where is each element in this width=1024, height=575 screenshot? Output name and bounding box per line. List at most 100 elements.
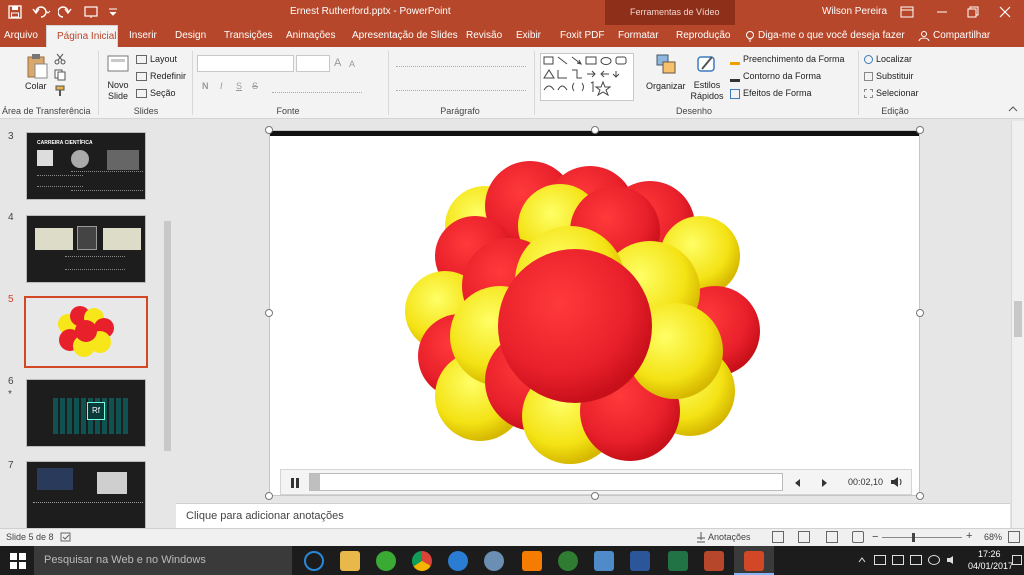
slideshow-from-start-icon[interactable]	[84, 5, 98, 19]
shrink-font-button[interactable]: A	[349, 59, 355, 69]
font-size-box[interactable]	[296, 55, 330, 72]
edge-icon[interactable]	[304, 551, 324, 571]
resize-handle[interactable]	[916, 492, 924, 500]
battery-icon[interactable]	[910, 555, 922, 565]
shape-outline-button[interactable]: Contorno da Forma	[730, 71, 821, 82]
tab-reproducao[interactable]: Reprodução	[676, 25, 730, 47]
redo-icon[interactable]	[57, 5, 72, 19]
bold-button[interactable]: N	[202, 81, 209, 91]
app-icon[interactable]	[558, 551, 578, 571]
slide-thumbnail-4[interactable]	[26, 215, 146, 283]
close-icon[interactable]	[998, 5, 1012, 19]
tab-inserir[interactable]: Inserir	[129, 25, 157, 47]
normal-view-icon[interactable]	[772, 531, 784, 543]
notes-toggle[interactable]: Anotações	[708, 532, 751, 542]
tab-exibir[interactable]: Exibir	[516, 25, 541, 47]
excel-icon[interactable]	[668, 551, 688, 571]
share-icon[interactable]	[918, 30, 930, 42]
clock-date[interactable]: 04/01/2017	[968, 561, 1013, 571]
paste-icon[interactable]	[26, 53, 48, 79]
arrange-button[interactable]: Organizar	[646, 81, 686, 91]
zoom-slider-thumb[interactable]	[912, 533, 915, 542]
rewind-icon[interactable]	[793, 478, 803, 488]
tab-design[interactable]: Design	[175, 25, 206, 47]
tab-transicoes[interactable]: Transições	[224, 25, 273, 47]
taskbar-search-box[interactable]: Pesquisar na Web e no Windows	[34, 546, 292, 575]
web-browser-icon[interactable]	[448, 551, 468, 571]
thumbnail-scrollbar[interactable]	[162, 121, 173, 528]
font-name-box[interactable]	[197, 55, 294, 72]
slide-thumbnail-5[interactable]	[24, 296, 148, 368]
app-icon[interactable]	[484, 551, 504, 571]
word-icon[interactable]	[630, 551, 650, 571]
customize-qat-icon[interactable]	[106, 5, 120, 19]
fit-slide-icon[interactable]	[1008, 531, 1020, 543]
format-painter-icon[interactable]	[54, 85, 66, 97]
tell-me-box[interactable]: Diga-me o que você deseja fazer	[758, 25, 905, 47]
section-button[interactable]: Seção	[136, 88, 176, 99]
zoom-in-button[interactable]: +	[966, 530, 972, 542]
notes-pane[interactable]: Clique para adicionar anotações	[176, 503, 1010, 528]
zoom-level[interactable]: 68%	[984, 532, 1002, 542]
select-button[interactable]: Selecionar	[864, 88, 919, 99]
tab-arquivo[interactable]: Arquivo	[4, 25, 44, 47]
media-player-icon[interactable]	[522, 551, 542, 571]
alignment-buttons[interactable]	[396, 81, 526, 91]
underline-button[interactable]: S	[236, 81, 242, 91]
cut-icon[interactable]	[54, 53, 66, 65]
strike-button[interactable]: S	[252, 81, 258, 91]
zoom-slider[interactable]	[882, 533, 962, 542]
resize-handle[interactable]	[916, 126, 924, 134]
slide-scroll-thumb[interactable]	[1014, 301, 1022, 337]
replace-button[interactable]: Substituir	[864, 71, 914, 82]
resize-handle[interactable]	[591, 492, 599, 500]
resize-handle[interactable]	[265, 126, 273, 134]
video-progress-track[interactable]	[309, 473, 783, 491]
zoom-out-button[interactable]: −	[872, 531, 878, 543]
shape-fill-button[interactable]: Preenchimento da Forma	[730, 54, 845, 65]
minimize-icon[interactable]	[935, 5, 949, 19]
ribbon-display-options-icon[interactable]	[900, 5, 914, 19]
restore-icon[interactable]	[966, 5, 980, 19]
collapse-ribbon-icon[interactable]	[1008, 105, 1018, 113]
system-tray-icon[interactable]	[892, 555, 904, 565]
network-icon[interactable]	[928, 555, 940, 565]
paste-button[interactable]: Colar	[25, 81, 47, 91]
new-slide-icon[interactable]	[107, 53, 129, 75]
slide-thumbnail-7[interactable]	[26, 461, 146, 529]
resize-handle[interactable]	[265, 492, 273, 500]
thumbnail-scroll-thumb[interactable]	[164, 221, 171, 451]
tab-animacoes[interactable]: Animações	[286, 25, 335, 47]
shapes-gallery[interactable]	[540, 53, 634, 101]
shape-effects-button[interactable]: Efeitos de Forma	[730, 88, 812, 99]
reading-view-icon[interactable]	[826, 531, 838, 543]
tab-apresentacao[interactable]: Apresentação de Slides	[352, 25, 458, 47]
notifications-icon[interactable]	[1012, 555, 1022, 565]
slide-thumbnail-6[interactable]: Rf	[26, 379, 146, 447]
grow-font-button[interactable]: A	[334, 57, 341, 69]
spellcheck-icon[interactable]	[60, 531, 72, 543]
notes-placeholder[interactable]: Clique para adicionar anotações	[186, 510, 344, 522]
layout-button[interactable]: Layout	[136, 54, 177, 65]
quick-styles-button[interactable]: Estilos Rápidos	[688, 80, 726, 102]
new-slide-button[interactable]: Novo Slide	[105, 80, 131, 102]
slide-scrollbar[interactable]	[1011, 121, 1024, 528]
resize-handle[interactable]	[916, 309, 924, 317]
list-buttons[interactable]	[396, 57, 526, 67]
powerpoint-icon[interactable]	[704, 551, 724, 571]
volume-tray-icon[interactable]	[946, 555, 958, 565]
undo-icon[interactable]	[32, 5, 52, 19]
clock-time[interactable]: 17:26	[978, 549, 1001, 559]
tab-revisao[interactable]: Revisão	[466, 25, 502, 47]
quick-styles-icon[interactable]	[696, 53, 718, 75]
utorrent-icon[interactable]	[376, 551, 396, 571]
user-name[interactable]: Wilson Pereira	[822, 6, 887, 17]
current-slide[interactable]: 00:02,10	[269, 130, 920, 496]
volume-icon[interactable]	[890, 476, 904, 488]
reset-button[interactable]: Redefinir	[136, 71, 186, 82]
show-hidden-icons[interactable]	[858, 556, 866, 564]
resize-handle[interactable]	[591, 126, 599, 134]
arrange-icon[interactable]	[655, 53, 677, 75]
system-tray-icon[interactable]	[874, 555, 886, 565]
find-button[interactable]: Localizar	[864, 54, 912, 65]
